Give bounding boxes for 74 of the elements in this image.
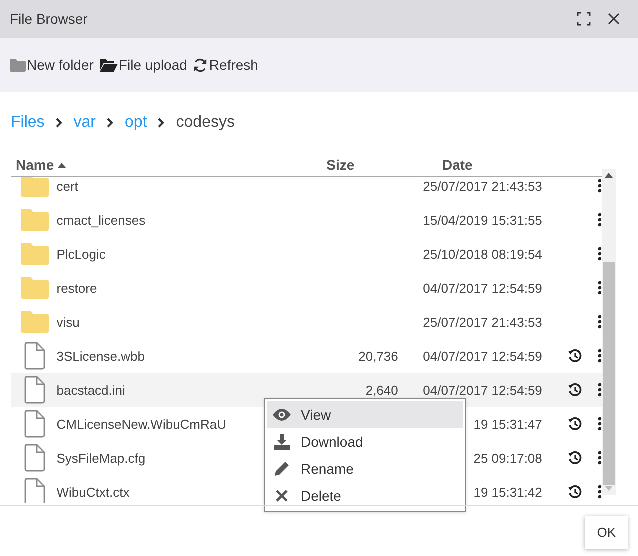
file-date: 19 15:31:47 [474, 416, 542, 432]
history-icon[interactable] [568, 349, 582, 363]
folder-icon [10, 58, 26, 72]
file-name[interactable]: cert [56, 178, 78, 194]
more-icon[interactable] [598, 281, 602, 295]
file-date: 19 15:31:42 [474, 484, 542, 500]
history-icon[interactable] [568, 485, 582, 499]
file-date: 04/07/2017 12:54:59 [423, 280, 542, 296]
file-icon [24, 444, 46, 472]
selected-row[interactable]: bacstacd.ini 2,640 04/07/2017 12:54:59 [11, 373, 602, 407]
history-icon[interactable] [568, 451, 582, 465]
folder-icon [20, 243, 49, 265]
file-date: 25/10/2018 08:19:54 [423, 246, 542, 262]
file-size: 2,640 [366, 382, 398, 398]
toolbar-button[interactable]: New folder [10, 57, 98, 73]
history-icon[interactable] [568, 383, 582, 397]
file-name[interactable]: 3SLicense.wbb [56, 348, 145, 364]
column-header[interactable]: Size [326, 157, 355, 173]
file-icon [24, 376, 46, 404]
file-name[interactable]: SysFileMap.cfg [56, 450, 146, 466]
eye-icon [273, 408, 291, 420]
history-icon[interactable] [568, 417, 582, 431]
folder-icon [20, 277, 49, 299]
file-date: 04/07/2017 12:54:59 [423, 348, 542, 364]
close-icon[interactable] [608, 13, 620, 25]
download-icon [274, 434, 290, 450]
file-name[interactable]: visu [56, 314, 80, 330]
window-title: File Browser [10, 11, 89, 27]
more-icon[interactable] [598, 451, 602, 465]
menu-item[interactable]: View [267, 401, 463, 428]
file-date: 04/07/2017 12:54:59 [423, 382, 542, 398]
file-date: 25/07/2017 21:43:53 [423, 178, 542, 194]
more-icon[interactable] [598, 349, 602, 363]
scrollbar[interactable] [602, 169, 616, 495]
chevron-icon [56, 118, 63, 128]
file-date: 25 09:17:08 [474, 450, 542, 466]
file-date: 15/04/2019 15:31:55 [423, 212, 542, 228]
folder-icon [20, 177, 49, 197]
menu-item[interactable]: Delete [267, 482, 463, 509]
file-name: bacstacd.ini [56, 382, 126, 398]
file-icon [24, 478, 46, 503]
more-icon[interactable] [598, 383, 602, 397]
folder-icon [20, 209, 49, 231]
file-name[interactable]: CMLicenseNew.WibuCmRaU [56, 416, 227, 432]
pencil-icon [274, 460, 290, 476]
chevron-icon [107, 118, 114, 128]
more-icon[interactable] [598, 179, 602, 193]
toolbar-button[interactable]: File upload [100, 57, 192, 73]
file-size: 20,736 [358, 348, 398, 364]
file-icon [24, 342, 46, 370]
more-icon[interactable] [598, 485, 602, 499]
menu-item[interactable]: Download [267, 428, 463, 455]
toolbar-button[interactable]: Refresh [193, 57, 262, 73]
chevron-icon [158, 118, 166, 128]
more-icon[interactable] [598, 213, 602, 227]
maximize-icon[interactable] [577, 12, 591, 26]
more-icon[interactable] [598, 417, 602, 431]
close-icon [276, 490, 288, 502]
refresh-icon [193, 58, 208, 72]
breadcrumb-current: codesys [176, 114, 235, 132]
file-name[interactable]: restore [56, 280, 98, 296]
column-header[interactable]: Name [16, 157, 54, 173]
folder-icon [20, 311, 49, 333]
file-icon [24, 410, 46, 438]
column-header[interactable]: Date [442, 157, 473, 173]
file-name[interactable]: WibuCtxt.ctx [56, 484, 130, 500]
more-icon[interactable] [598, 247, 602, 261]
menu-item[interactable]: Rename [267, 455, 463, 482]
more-icon[interactable] [598, 315, 602, 329]
file-date: 25/07/2017 21:43:53 [423, 314, 542, 330]
ok-button[interactable]: OK [585, 516, 628, 549]
file-name[interactable]: cmact_licenses [56, 212, 146, 228]
open-folder-icon [100, 58, 118, 72]
file-name[interactable]: PlcLogic [56, 246, 106, 262]
